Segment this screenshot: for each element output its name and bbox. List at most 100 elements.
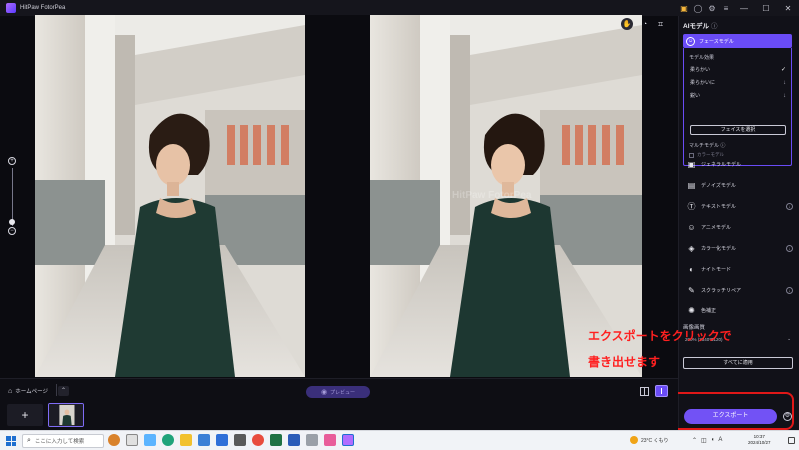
zoom-in-button[interactable]: + bbox=[8, 157, 16, 165]
add-image-button[interactable]: + bbox=[7, 404, 43, 426]
apply-all-button[interactable]: すべてに適用 bbox=[683, 357, 793, 369]
select-face-button[interactable]: フェイスを選択 bbox=[690, 125, 786, 135]
color-correct-icon: ✺ bbox=[688, 305, 695, 315]
model-item-label: デノイズモデル bbox=[701, 182, 736, 189]
info-icon[interactable]: ⓘ bbox=[711, 23, 718, 30]
copilot-icon[interactable] bbox=[144, 434, 156, 446]
edge-icon[interactable] bbox=[162, 434, 174, 446]
chrome-icon[interactable] bbox=[252, 434, 264, 446]
colorize-icon: ◈ bbox=[688, 243, 695, 253]
zoom-slider-handle[interactable] bbox=[9, 219, 15, 225]
system-clock[interactable]: 10:37 2024/10/27 bbox=[748, 434, 771, 446]
windows-start-icon[interactable] bbox=[6, 436, 16, 446]
night-icon: ◐ bbox=[689, 264, 694, 274]
compare-view-icon[interactable] bbox=[655, 385, 668, 397]
word-icon[interactable] bbox=[288, 434, 300, 446]
effect-option-label: 柔らかいに bbox=[690, 80, 716, 86]
app-logo-icon bbox=[6, 3, 16, 13]
model-item-color-correct[interactable]: ✺ 色補正 bbox=[687, 304, 793, 316]
image-icon: ▣ bbox=[687, 159, 696, 169]
effect-option-label: 鋭い bbox=[690, 93, 701, 99]
zoom-slider[interactable] bbox=[11, 168, 13, 226]
checkbox-icon bbox=[689, 152, 694, 158]
language-icon[interactable]: A bbox=[718, 437, 722, 444]
canvas-divider bbox=[305, 15, 370, 377]
app-window: HitPaw FotorPea ▣ ◯ ⚙ ≡ — ☐ ✕ + − HitPaw… bbox=[0, 0, 799, 450]
mail-icon[interactable] bbox=[198, 434, 210, 446]
model-item-text[interactable]: Ⓣ テキストモデル ↓ bbox=[687, 200, 793, 212]
model-item-label: スクラッチリペア bbox=[701, 287, 742, 294]
annotation-highlight-box bbox=[662, 392, 794, 430]
download-icon[interactable]: ↓ bbox=[786, 286, 793, 294]
chevron-down-icon: ⌄ bbox=[787, 336, 791, 341]
model-item-general[interactable]: ▣ ジェネラルモデル bbox=[687, 158, 793, 170]
model-item-denoise[interactable]: ▤ デノイズモデル bbox=[687, 179, 793, 191]
home-link[interactable]: ⌂ ホームページ bbox=[8, 387, 48, 396]
crop-icon[interactable]: ⌗ bbox=[658, 19, 663, 30]
scratch-icon: ✎ bbox=[688, 285, 695, 295]
download-icon: ↓ bbox=[783, 79, 786, 86]
task-view-icon[interactable] bbox=[126, 434, 138, 446]
model-item-label: ジェネラルモデル bbox=[701, 161, 742, 168]
close-button[interactable]: ✕ bbox=[777, 0, 799, 16]
effect-option-soft[interactable]: 柔らかい ✓ bbox=[690, 64, 786, 75]
chevron-up-icon[interactable]: ⌃ bbox=[692, 437, 697, 444]
menu-icon[interactable]: ≡ bbox=[719, 0, 733, 16]
download-icon[interactable]: ↓ bbox=[786, 202, 793, 210]
preview-button[interactable]: ◉ プレビュー bbox=[306, 386, 370, 398]
weather-widget[interactable]: 23°C くもり bbox=[630, 436, 669, 444]
model-item-colorize[interactable]: ◈ カラー化モデル ↓ bbox=[687, 242, 793, 254]
network-icon[interactable]: ◫ bbox=[701, 437, 707, 444]
model-item-label: テキストモデル bbox=[701, 203, 736, 210]
model-item-label: ナイトモード bbox=[701, 266, 732, 273]
model-item-label: アニメモデル bbox=[701, 224, 731, 231]
download-icon: ↓ bbox=[783, 92, 786, 99]
media-icon[interactable] bbox=[324, 434, 336, 446]
original-photo bbox=[35, 15, 305, 377]
volume-icon[interactable]: ◖ bbox=[711, 437, 715, 444]
weather-icon bbox=[630, 436, 638, 444]
effect-option-softer[interactable]: 柔らかいに ↓ bbox=[690, 77, 786, 88]
file-explorer-icon[interactable] bbox=[180, 434, 192, 446]
face-model-header[interactable]: ☺ フェースモデル bbox=[683, 34, 792, 48]
search-placeholder: ここに入力して検索 bbox=[34, 439, 85, 445]
image-thumbnail[interactable] bbox=[48, 403, 84, 427]
anime-icon: ☺ bbox=[687, 222, 696, 232]
search-icon: ⌕ bbox=[27, 437, 31, 444]
fotorpea-taskbar-icon[interactable] bbox=[342, 434, 354, 446]
store-icon[interactable] bbox=[216, 434, 228, 446]
hand-icon[interactable]: ✋ bbox=[621, 18, 633, 30]
face-model-options: モデル効果 柔らかい ✓ 柔らかいに ↓ 鋭い ↓ フェイスを選択 マルチモデル… bbox=[683, 48, 792, 166]
title-bar-actions: ▣ ◯ ⚙ ≡ — ☐ ✕ bbox=[677, 0, 799, 16]
split-view-icon[interactable] bbox=[640, 387, 649, 396]
minimize-button[interactable]: — bbox=[733, 0, 755, 16]
zoom-out-button[interactable]: − bbox=[8, 227, 16, 235]
settings-icon[interactable]: ⚙ bbox=[705, 0, 719, 16]
paint-icon[interactable] bbox=[306, 434, 318, 446]
panel-title-text: AIモデル bbox=[683, 23, 709, 30]
excel-icon[interactable] bbox=[270, 434, 282, 446]
chevron-up-icon[interactable]: ⌃ bbox=[58, 386, 69, 396]
account-icon[interactable]: ◯ bbox=[691, 0, 705, 16]
maximize-button[interactable]: ☐ bbox=[755, 0, 777, 16]
effect-option-sharp[interactable]: 鋭い ↓ bbox=[690, 90, 786, 101]
download-icon[interactable]: ↓ bbox=[786, 244, 793, 252]
model-item-label: カラー化モデル bbox=[701, 245, 737, 252]
pumpkin-icon[interactable] bbox=[108, 434, 120, 446]
notification-icon[interactable] bbox=[788, 437, 795, 444]
canvas-tools: ✋ bbox=[621, 18, 633, 30]
denoise-icon: ▤ bbox=[687, 180, 696, 190]
taskbar-search[interactable]: ⌕ ここに入力して検索 bbox=[22, 434, 104, 448]
effect-option-label: 柔らかい bbox=[690, 67, 711, 73]
app-icon[interactable] bbox=[234, 434, 246, 446]
info-icon[interactable]: ⓘ bbox=[720, 143, 725, 149]
model-item-night[interactable]: ◐ ナイトモード bbox=[687, 263, 793, 275]
info-icon[interactable]: ◔ bbox=[639, 18, 651, 30]
gift-icon[interactable]: ▣ bbox=[677, 0, 691, 16]
model-item-scratch[interactable]: ✎ スクラッチリペア ↓ bbox=[687, 284, 793, 296]
panel-title: AIモデル ⓘ bbox=[683, 20, 718, 30]
model-item-anime[interactable]: ☺ アニメモデル bbox=[687, 221, 793, 233]
text-icon: Ⓣ bbox=[687, 201, 696, 211]
eye-icon: ◉ bbox=[320, 389, 328, 396]
title-bar: HitPaw FotorPea ▣ ◯ ⚙ ≡ — ☐ ✕ bbox=[0, 0, 799, 16]
